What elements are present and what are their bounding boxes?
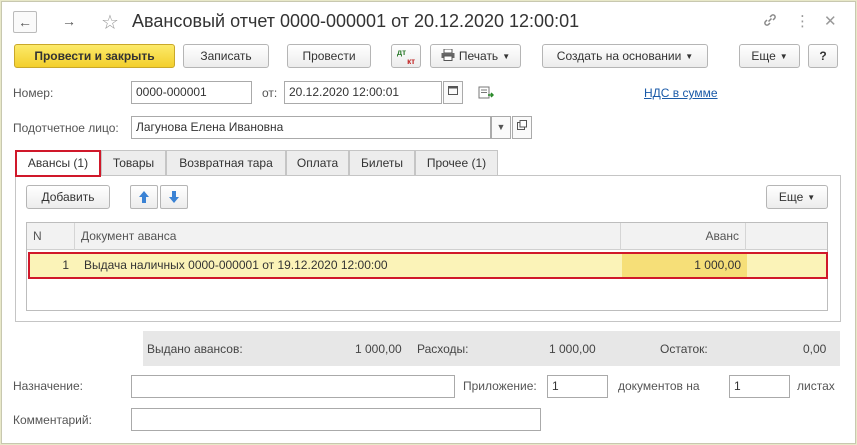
favorite-star-icon[interactable]: ☆ — [101, 10, 119, 35]
tab-returnable-packaging[interactable]: Возвратная тара — [166, 150, 286, 176]
caret-down-icon: ▼ — [502, 51, 511, 61]
totals-bar: Выдано авансов: 1 000,00 Расходы: 1 000,… — [143, 331, 840, 366]
create-based-on-button[interactable]: Создать на основании ▼ — [542, 44, 708, 68]
attachment-count-field[interactable]: 1 — [547, 375, 608, 398]
column-header-n[interactable]: N — [27, 223, 75, 250]
back-button[interactable]: ← — [13, 11, 37, 33]
balance-value: 0,00 — [803, 342, 827, 356]
expenses-label: Расходы: — [417, 342, 469, 356]
document-window: ← → ☆ Авансовый отчет 0000-000001 от 20.… — [1, 1, 856, 444]
balance-label: Остаток: — [660, 342, 708, 356]
documents-label: документов на — [618, 379, 700, 393]
caret-down-icon: ▼ — [807, 192, 816, 202]
print-button[interactable]: Печать ▼ — [430, 44, 521, 68]
caret-down-icon: ▼ — [779, 51, 788, 61]
caret-down-icon: ▼ — [685, 51, 694, 61]
advance-amount-cell[interactable]: 1 000,00 — [622, 254, 747, 277]
attachment-label: Приложение: — [463, 379, 537, 393]
help-button[interactable]: ? — [808, 44, 838, 68]
tab-other[interactable]: Прочее (1) — [415, 150, 498, 176]
date-field[interactable]: 20.12.2020 12:00:01 — [284, 81, 442, 104]
forward-button[interactable]: → — [57, 11, 81, 33]
accountable-person-label: Подотчетное лицо: — [13, 121, 119, 135]
printer-icon — [441, 46, 455, 68]
sheets-label: листах — [797, 379, 835, 393]
date-label: от: — [262, 86, 278, 100]
add-button[interactable]: Добавить — [26, 185, 110, 209]
arrow-left-icon: ← — [18, 14, 32, 30]
arrow-down-icon — [169, 191, 179, 203]
post-button[interactable]: Провести — [287, 44, 371, 68]
tab-goods[interactable]: Товары — [101, 150, 166, 176]
advance-document-cell[interactable]: Выдача наличных 0000-000001 от 19.12.202… — [78, 254, 623, 277]
column-header-document[interactable]: Документ аванса — [75, 223, 621, 250]
number-field[interactable]: 0000-000001 — [131, 81, 252, 104]
move-up-button[interactable] — [130, 185, 158, 209]
save-button[interactable]: Записать — [183, 44, 269, 68]
tab-advances[interactable]: Авансы (1) — [15, 150, 101, 177]
page-title: Авансовый отчет 0000-000001 от 20.12.202… — [132, 11, 580, 31]
comment-field[interactable] — [131, 408, 541, 431]
link-icon[interactable] — [762, 12, 778, 32]
column-header-advance[interactable]: Аванс — [621, 223, 746, 250]
more-button[interactable]: Еще ▼ — [739, 44, 800, 68]
expenses-value: 1 000,00 — [549, 342, 596, 356]
document-flow-icon[interactable] — [478, 86, 495, 103]
dropdown-icon[interactable]: ▼ — [491, 116, 511, 139]
dt-kt-button[interactable]: дт кт — [391, 44, 421, 68]
more-vertical-icon[interactable]: ⋮ — [795, 12, 810, 30]
close-icon[interactable]: ✕ — [824, 12, 837, 30]
number-label: Номер: — [13, 86, 54, 100]
tab-tickets[interactable]: Билеты — [349, 150, 415, 176]
row-number: 1 — [62, 258, 69, 272]
table-row[interactable]: 1 Выдача наличных 0000-000001 от 19.12.2… — [28, 252, 828, 279]
move-down-button[interactable] — [160, 185, 188, 209]
purpose-field[interactable] — [131, 375, 455, 398]
vat-in-amount-link[interactable]: НДС в сумме — [644, 86, 718, 100]
issued-advances-label: Выдано авансов: — [147, 342, 243, 356]
calendar-icon[interactable] — [443, 81, 463, 104]
table-header: N Документ аванса Аванс — [27, 223, 827, 250]
table-more-button[interactable]: Еще ▼ — [766, 185, 828, 209]
purpose-label: Назначение: — [13, 379, 84, 393]
arrow-up-icon — [139, 191, 149, 203]
sheets-count-field[interactable]: 1 — [729, 375, 790, 398]
arrow-right-icon: → — [62, 13, 76, 29]
tab-payment[interactable]: Оплата — [286, 150, 349, 176]
accountable-person-field[interactable]: Лагунова Елена Ивановна — [131, 116, 491, 139]
open-icon[interactable] — [512, 116, 532, 139]
post-and-close-button[interactable]: Провести и закрыть — [14, 44, 175, 68]
issued-advances-value: 1 000,00 — [355, 342, 402, 356]
advances-table[interactable]: N Документ аванса Аванс 1 Выдача наличны… — [26, 222, 828, 311]
comment-label: Комментарий: — [13, 413, 92, 427]
